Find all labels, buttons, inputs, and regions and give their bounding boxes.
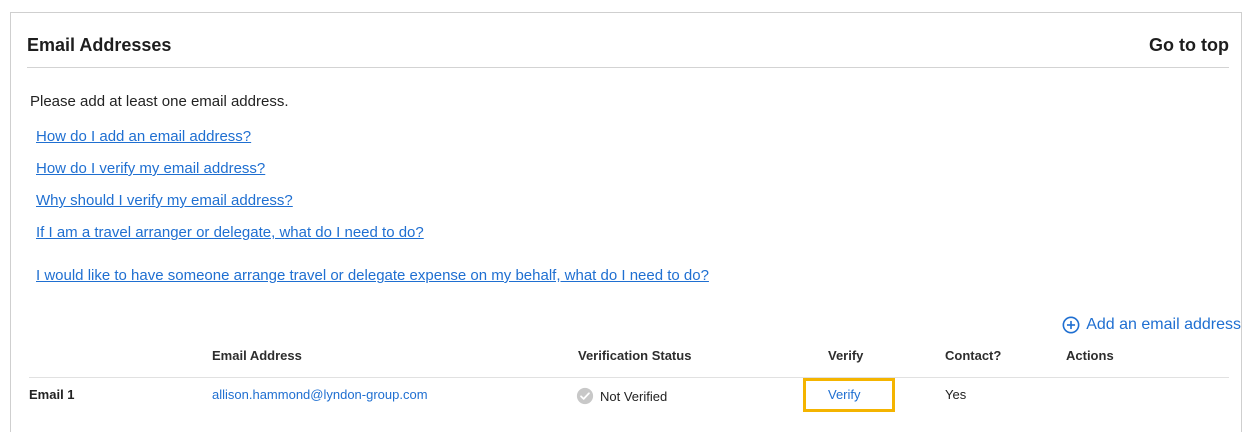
section-header: Email Addresses Go to top xyxy=(27,31,1229,68)
verify-link[interactable]: Verify xyxy=(828,387,861,402)
contact-value: Yes xyxy=(945,387,967,402)
check-circle-icon xyxy=(576,387,594,405)
column-header-verify: Verify xyxy=(828,348,864,363)
column-header-verification-status: Verification Status xyxy=(578,348,692,363)
plus-circle-icon xyxy=(1062,316,1080,334)
verification-status-text: Not Verified xyxy=(600,388,668,404)
email-addresses-panel: Email Addresses Go to top Please add at … xyxy=(10,12,1242,432)
intro-text: Please add at least one email address. xyxy=(30,93,289,110)
add-email-address-button[interactable]: Add an email address xyxy=(1062,316,1241,334)
add-email-address-label: Add an email address xyxy=(1086,316,1241,333)
table-row-label: Email 1 xyxy=(29,387,75,402)
column-header-contact: Contact? xyxy=(945,348,1002,363)
verification-status: Not Verified xyxy=(576,387,667,405)
column-header-actions: Actions xyxy=(1066,348,1114,363)
help-link-verify-email[interactable]: How do I verify my email address? xyxy=(36,160,265,177)
section-title: Email Addresses xyxy=(27,35,172,55)
go-to-top-link[interactable]: Go to top xyxy=(1149,35,1229,56)
help-link-travel-arranger[interactable]: If I am a travel arranger or delegate, w… xyxy=(36,224,424,241)
help-link-why-verify[interactable]: Why should I verify my email address? xyxy=(36,192,293,209)
column-header-email-address: Email Address xyxy=(212,348,302,363)
help-link-add-email[interactable]: How do I add an email address? xyxy=(36,128,251,145)
table-row-divider xyxy=(29,377,1229,378)
email-address-link[interactable]: allison.hammond@lyndon-group.com xyxy=(212,387,428,402)
help-link-delegate-behalf[interactable]: I would like to have someone arrange tra… xyxy=(36,267,709,284)
